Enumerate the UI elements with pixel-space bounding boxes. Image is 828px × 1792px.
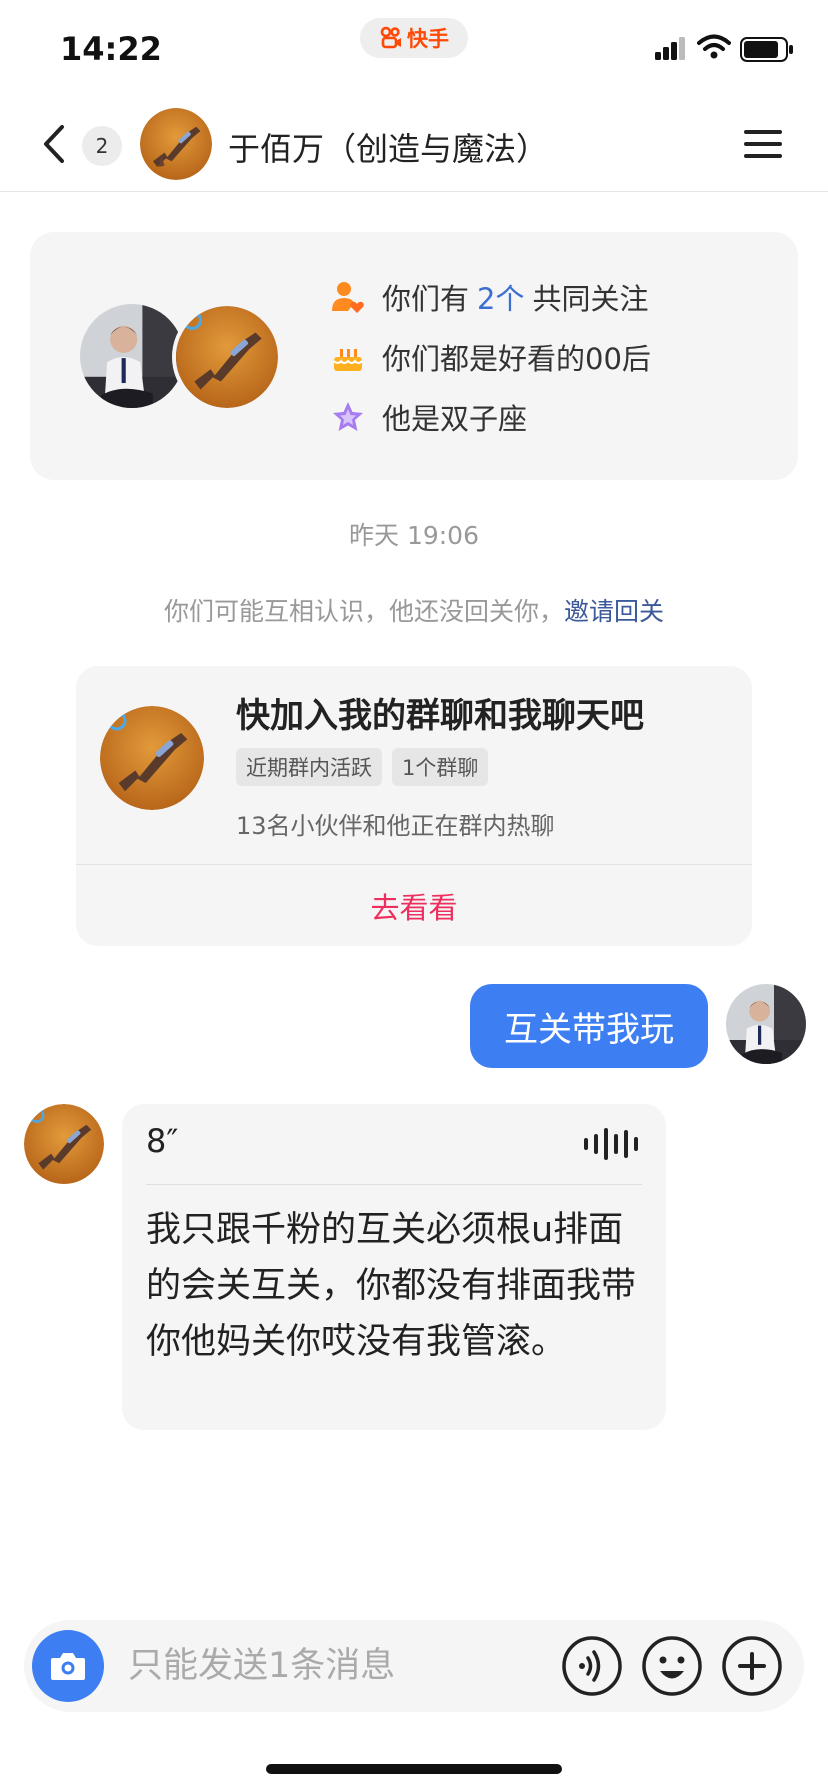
chevron-left-icon xyxy=(44,125,64,163)
group-invite-card[interactable]: 快加入我的群聊和我聊天吧 近期群内活跃 1个群聊 13名小伙伴和他正在群内热聊 … xyxy=(76,666,752,946)
mutual-info-card: 你们有 2个 共同关注 你们都是好看的00后 他是双子座 xyxy=(30,232,798,480)
group-card-title: 快加入我的群聊和我聊天吧 xyxy=(236,696,644,736)
contact-avatar[interactable] xyxy=(140,108,212,180)
mutual-follow-count[interactable]: 2个 xyxy=(477,282,524,316)
chat-header: 2 于佰万（创造与魔法） xyxy=(0,96,828,192)
zodiac-info-row: 他是双子座 xyxy=(330,397,527,437)
camera-button[interactable] xyxy=(32,1630,104,1702)
sent-message-bubble[interactable]: 互关带我玩 xyxy=(470,984,708,1068)
voice-transcript: 我只跟千粉的互关必须根u排面的会关互关，你都没有排面我带你他妈关你哎没有我管滚。 xyxy=(146,1210,637,1362)
cellular-signal-icon xyxy=(655,37,685,60)
view-group-button[interactable]: 去看看 xyxy=(76,865,752,946)
star-icon xyxy=(333,402,363,431)
status-bar: 14:22 快手 xyxy=(0,0,828,96)
system-notice-text: 你们可能互相认识，他还没回关你， xyxy=(163,597,564,626)
back-button[interactable] xyxy=(34,120,74,168)
cake-icon xyxy=(333,349,363,371)
chat-title: 于佰万（创造与魔法） xyxy=(228,130,549,168)
status-time: 14:22 xyxy=(60,30,162,68)
age-info-text: 你们都是好看的00后 xyxy=(382,342,651,376)
app-name: 快手 xyxy=(407,27,449,51)
mutual-follow-row[interactable]: 你们有 2个 共同关注 xyxy=(330,277,648,317)
group-tag: 1个群聊 xyxy=(392,748,489,786)
invite-follow-back-link[interactable]: 邀请回关 xyxy=(564,597,664,626)
unread-count-badge[interactable]: 2 xyxy=(82,126,122,166)
voice-duration: 8″ xyxy=(146,1122,179,1160)
contact-avatar-mutual[interactable] xyxy=(172,302,282,412)
age-info-row: 你们都是好看的00后 xyxy=(330,337,651,377)
message-input-bar xyxy=(24,1620,804,1712)
voice-message-bubble[interactable]: 8″ 我只跟千粉的互关必须根u排面的会关互关，你都没有排面我带你他妈关你哎没有我… xyxy=(122,1104,666,1430)
mutual-follow-prefix: 你们有 xyxy=(382,282,470,316)
menu-icon[interactable] xyxy=(740,122,786,166)
wifi-icon xyxy=(697,34,731,59)
message-timestamp: 昨天 19:06 xyxy=(349,521,479,550)
contact-avatar[interactable] xyxy=(24,1104,104,1184)
app-indicator-pill[interactable]: 快手 xyxy=(360,18,468,58)
system-notice: 你们可能互相认识，他还没回关你，邀请回关 xyxy=(0,592,828,628)
message-input[interactable] xyxy=(128,1642,488,1690)
my-avatar[interactable] xyxy=(726,984,806,1064)
voice-waveform-icon[interactable] xyxy=(582,1126,642,1162)
people-icon xyxy=(332,282,364,313)
kuaishou-logo-icon xyxy=(380,26,401,49)
home-indicator[interactable] xyxy=(266,1764,562,1774)
mutual-follow-suffix: 共同关注 xyxy=(532,282,649,316)
plus-icon[interactable] xyxy=(720,1634,784,1698)
emoji-icon[interactable] xyxy=(640,1634,704,1698)
my-avatar[interactable] xyxy=(80,304,184,408)
divider xyxy=(146,1184,642,1185)
group-card-description: 13名小伙伴和他正在群内热聊 xyxy=(236,812,555,840)
group-avatar xyxy=(100,706,204,810)
voice-input-icon[interactable] xyxy=(560,1634,624,1698)
group-tag: 近期群内活跃 xyxy=(236,748,382,786)
battery-icon xyxy=(740,37,793,62)
zodiac-info-text: 他是双子座 xyxy=(382,402,528,436)
camera-icon xyxy=(51,1653,85,1680)
group-tags: 近期群内活跃 1个群聊 xyxy=(236,748,489,786)
